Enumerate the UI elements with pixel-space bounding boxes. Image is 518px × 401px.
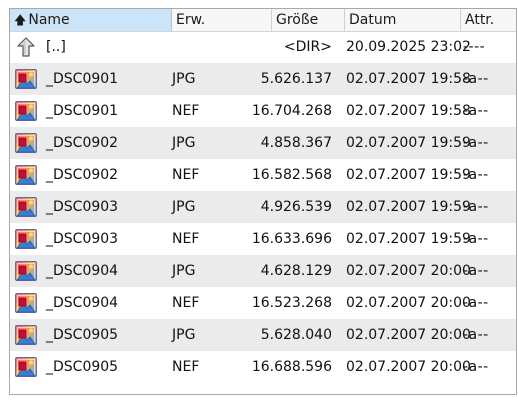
image-file-icon (14, 259, 38, 283)
file-name: _DSC0901 (46, 103, 119, 119)
image-file-icon (14, 131, 38, 155)
file-name: _DSC0904 (46, 295, 119, 311)
column-header-date-label: Datum (349, 12, 397, 28)
file-ext: NEF (172, 359, 200, 375)
table-row[interactable]: _DSC0904 NEF 16.523.268 02.07.2007 20:00 -a-… (10, 287, 516, 319)
file-ext: JPG (172, 263, 196, 279)
column-header-name[interactable]: 🡅 Name (10, 9, 172, 31)
table-row[interactable]: _DSC0905 NEF 16.688.596 02.07.2007 20:00 -a-… (10, 351, 516, 383)
file-name: _DSC0901 (46, 71, 119, 87)
file-date: 02.07.2007 19:59 (346, 231, 471, 247)
column-header-date[interactable]: Datum (345, 9, 461, 31)
file-size: <DIR> (283, 39, 332, 55)
table-row[interactable]: _DSC0903 NEF 16.633.696 02.07.2007 19:59 -a-… (10, 223, 516, 255)
column-header-ext[interactable]: Erw. (172, 9, 272, 31)
file-date: 02.07.2007 20:00 (346, 359, 471, 375)
file-size: 5.628.040 (260, 327, 332, 343)
file-ext: JPG (172, 71, 196, 87)
table-row[interactable]: _DSC0903 JPG 4.926.539 02.07.2007 19:59 -a-- (10, 191, 516, 223)
table-row[interactable]: [..] <DIR> 20.09.2025 23:02 ---- (10, 31, 516, 63)
image-file-icon (14, 227, 38, 251)
file-size: 16.523.268 (251, 295, 332, 311)
file-attr: -a-- (463, 135, 489, 151)
table-row[interactable]: _DSC0905 JPG 5.628.040 02.07.2007 20:00 -a-- (10, 319, 516, 351)
file-size: 4.628.129 (260, 263, 332, 279)
table-row[interactable]: _DSC0902 NEF 16.582.568 02.07.2007 19:59 -a-… (10, 159, 516, 191)
file-attr: -a-- (463, 359, 489, 375)
file-size: 5.626.137 (260, 71, 332, 87)
file-ext: NEF (172, 231, 200, 247)
file-date: 02.07.2007 20:00 (346, 295, 471, 311)
file-attr: -a-- (463, 167, 489, 183)
file-attr: -a-- (463, 263, 489, 279)
file-name: _DSC0903 (46, 231, 119, 247)
file-date: 02.07.2007 19:59 (346, 135, 471, 151)
column-header-ext-label: Erw. (176, 12, 206, 28)
file-size: 16.633.696 (251, 231, 332, 247)
file-attr: -a-- (463, 199, 489, 215)
table-row[interactable]: _DSC0901 JPG 5.626.137 02.07.2007 19:58 -a-- (10, 63, 516, 95)
file-name: [..] (46, 39, 66, 55)
file-attr: -a-- (463, 231, 489, 247)
column-header-name-label: Name (28, 12, 70, 28)
file-name: _DSC0905 (46, 359, 119, 375)
file-ext: JPG (172, 135, 196, 151)
file-list-panel[interactable]: 🡅 Name Erw. Größe Datum Attr. [..] <DIR> 20… (9, 8, 517, 395)
file-attr: -a-- (463, 295, 489, 311)
file-name: _DSC0904 (46, 263, 119, 279)
file-name: _DSC0902 (46, 167, 119, 183)
image-file-icon (14, 195, 38, 219)
image-file-icon (14, 291, 38, 315)
file-attr: ---- (463, 39, 486, 55)
file-date: 02.07.2007 20:00 (346, 263, 471, 279)
file-size: 4.858.367 (260, 135, 332, 151)
file-date: 02.07.2007 19:58 (346, 103, 471, 119)
file-attr: -a-- (463, 103, 489, 119)
arrow-up-icon: 🡅 (14, 13, 27, 27)
file-attr: -a-- (463, 71, 489, 87)
file-ext: NEF (172, 103, 200, 119)
column-header-size[interactable]: Größe (272, 9, 345, 31)
file-size: 16.688.596 (251, 359, 332, 375)
file-ext: JPG (172, 199, 196, 215)
file-name: _DSC0903 (46, 199, 119, 215)
column-header-attr-label: Attr. (465, 12, 495, 28)
file-date: 02.07.2007 20:00 (346, 327, 471, 343)
image-file-icon (14, 99, 38, 123)
column-header-size-label: Größe (276, 12, 319, 28)
table-row[interactable]: _DSC0902 JPG 4.858.367 02.07.2007 19:59 -a-- (10, 127, 516, 159)
file-date: 20.09.2025 23:02 (346, 39, 471, 55)
file-size: 4.926.539 (260, 199, 332, 215)
file-date: 02.07.2007 19:59 (346, 199, 471, 215)
file-size: 16.582.568 (251, 167, 332, 183)
table-row[interactable]: _DSC0901 NEF 16.704.268 02.07.2007 19:58 -a-… (10, 95, 516, 127)
parent-folder-icon (14, 35, 38, 59)
image-file-icon (14, 355, 38, 379)
image-file-icon (14, 67, 38, 91)
image-file-icon (14, 163, 38, 187)
file-ext: NEF (172, 295, 200, 311)
column-header-bar: 🡅 Name Erw. Größe Datum Attr. (10, 9, 516, 32)
file-name: _DSC0902 (46, 135, 119, 151)
file-name: _DSC0905 (46, 327, 119, 343)
file-list: [..] <DIR> 20.09.2025 23:02 ---- _DSC0901 JP… (10, 31, 516, 383)
column-header-attr[interactable]: Attr. (461, 9, 516, 31)
file-ext: JPG (172, 327, 196, 343)
file-date: 02.07.2007 19:59 (346, 167, 471, 183)
table-row[interactable]: _DSC0904 JPG 4.628.129 02.07.2007 20:00 -a-- (10, 255, 516, 287)
file-ext: NEF (172, 167, 200, 183)
image-file-icon (14, 323, 38, 347)
file-date: 02.07.2007 19:58 (346, 71, 471, 87)
file-attr: -a-- (463, 327, 489, 343)
file-size: 16.704.268 (251, 103, 332, 119)
